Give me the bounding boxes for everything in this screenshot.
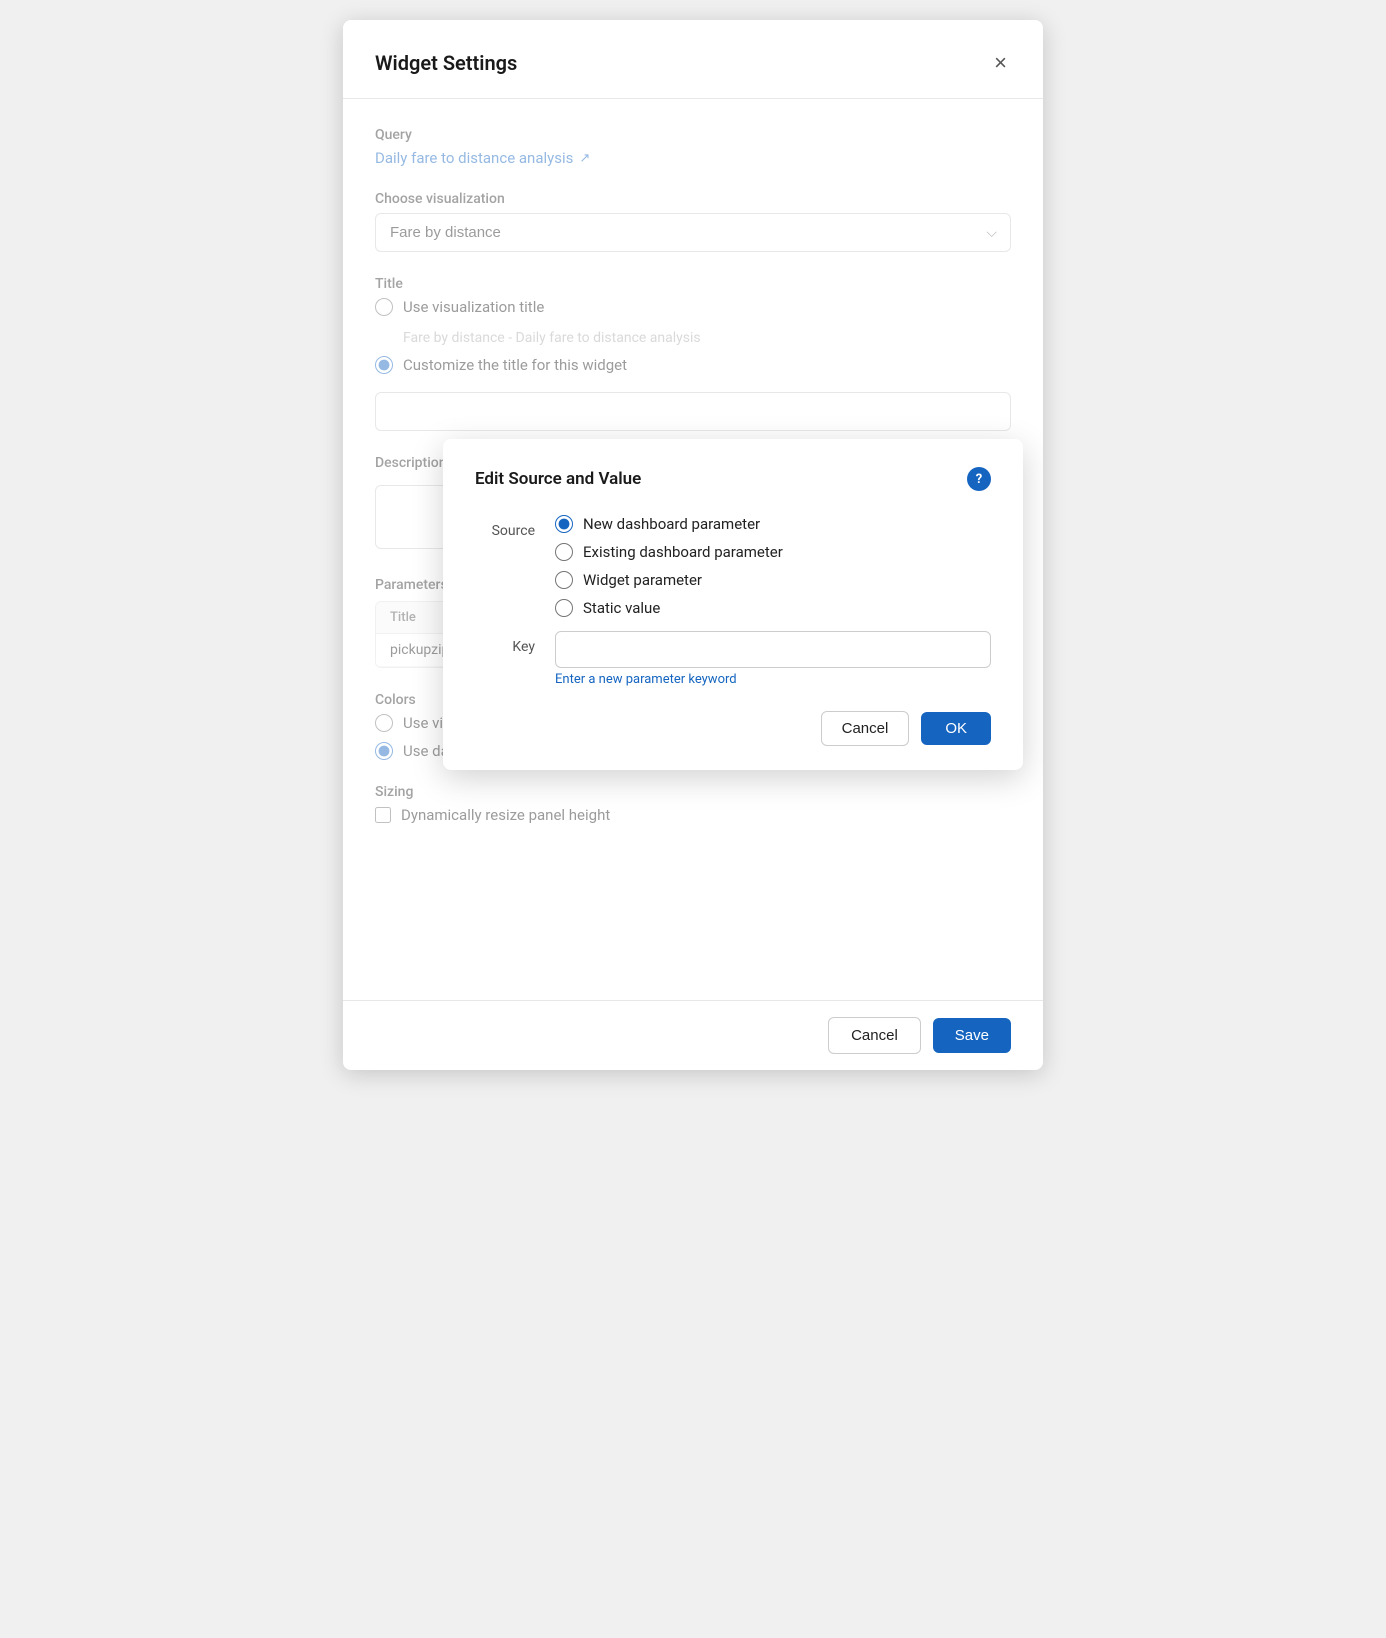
key-field-row: Key pickupzip Enter a new parameter keyw… <box>475 631 991 687</box>
sub-cancel-button[interactable]: Cancel <box>821 711 910 746</box>
modal-body: Query Daily fare to distance analysis ↗ … <box>343 99 1043 1000</box>
sub-dialog-body: Source New dashboard parameter Existing … <box>475 515 991 687</box>
key-input[interactable]: pickupzip <box>555 631 991 668</box>
save-button[interactable]: Save <box>933 1018 1011 1053</box>
modal-header: Widget Settings × <box>343 20 1043 99</box>
source-static-row: Static value <box>555 599 783 617</box>
source-widget-row: Widget parameter <box>555 571 783 589</box>
source-field-row: Source New dashboard parameter Existing … <box>475 515 991 617</box>
source-new-dashboard-label: New dashboard parameter <box>583 515 760 533</box>
modal-title: Widget Settings <box>375 51 517 75</box>
source-static-label: Static value <box>583 599 660 617</box>
sub-dialog-footer: Cancel OK <box>475 711 991 746</box>
sub-ok-button[interactable]: OK <box>921 712 991 745</box>
source-radio-group: New dashboard parameter Existing dashboa… <box>555 515 783 617</box>
source-existing-dashboard-radio[interactable] <box>555 543 573 561</box>
sub-dialog-title: Edit Source and Value <box>475 469 641 489</box>
source-widget-radio[interactable] <box>555 571 573 589</box>
edit-source-value-dialog: Edit Source and Value ? Source New dashb… <box>443 439 1023 770</box>
key-input-wrapper: pickupzip Enter a new parameter keyword <box>555 631 991 687</box>
source-label: Source <box>475 515 535 539</box>
close-button[interactable]: × <box>990 48 1011 78</box>
sub-dialog-header: Edit Source and Value ? <box>475 467 991 491</box>
key-hint: Enter a new parameter keyword <box>555 672 991 687</box>
source-new-dashboard-radio[interactable] <box>555 515 573 533</box>
cancel-button[interactable]: Cancel <box>828 1017 921 1054</box>
source-existing-dashboard-label: Existing dashboard parameter <box>583 543 783 561</box>
source-static-radio[interactable] <box>555 599 573 617</box>
help-icon[interactable]: ? <box>967 467 991 491</box>
source-new-dashboard-row: New dashboard parameter <box>555 515 783 533</box>
source-existing-dashboard-row: Existing dashboard parameter <box>555 543 783 561</box>
widget-settings-modal: Widget Settings × Query Daily fare to di… <box>343 20 1043 1070</box>
source-widget-label: Widget parameter <box>583 571 702 589</box>
key-label: Key <box>475 631 535 655</box>
modal-footer: Cancel Save <box>343 1000 1043 1070</box>
